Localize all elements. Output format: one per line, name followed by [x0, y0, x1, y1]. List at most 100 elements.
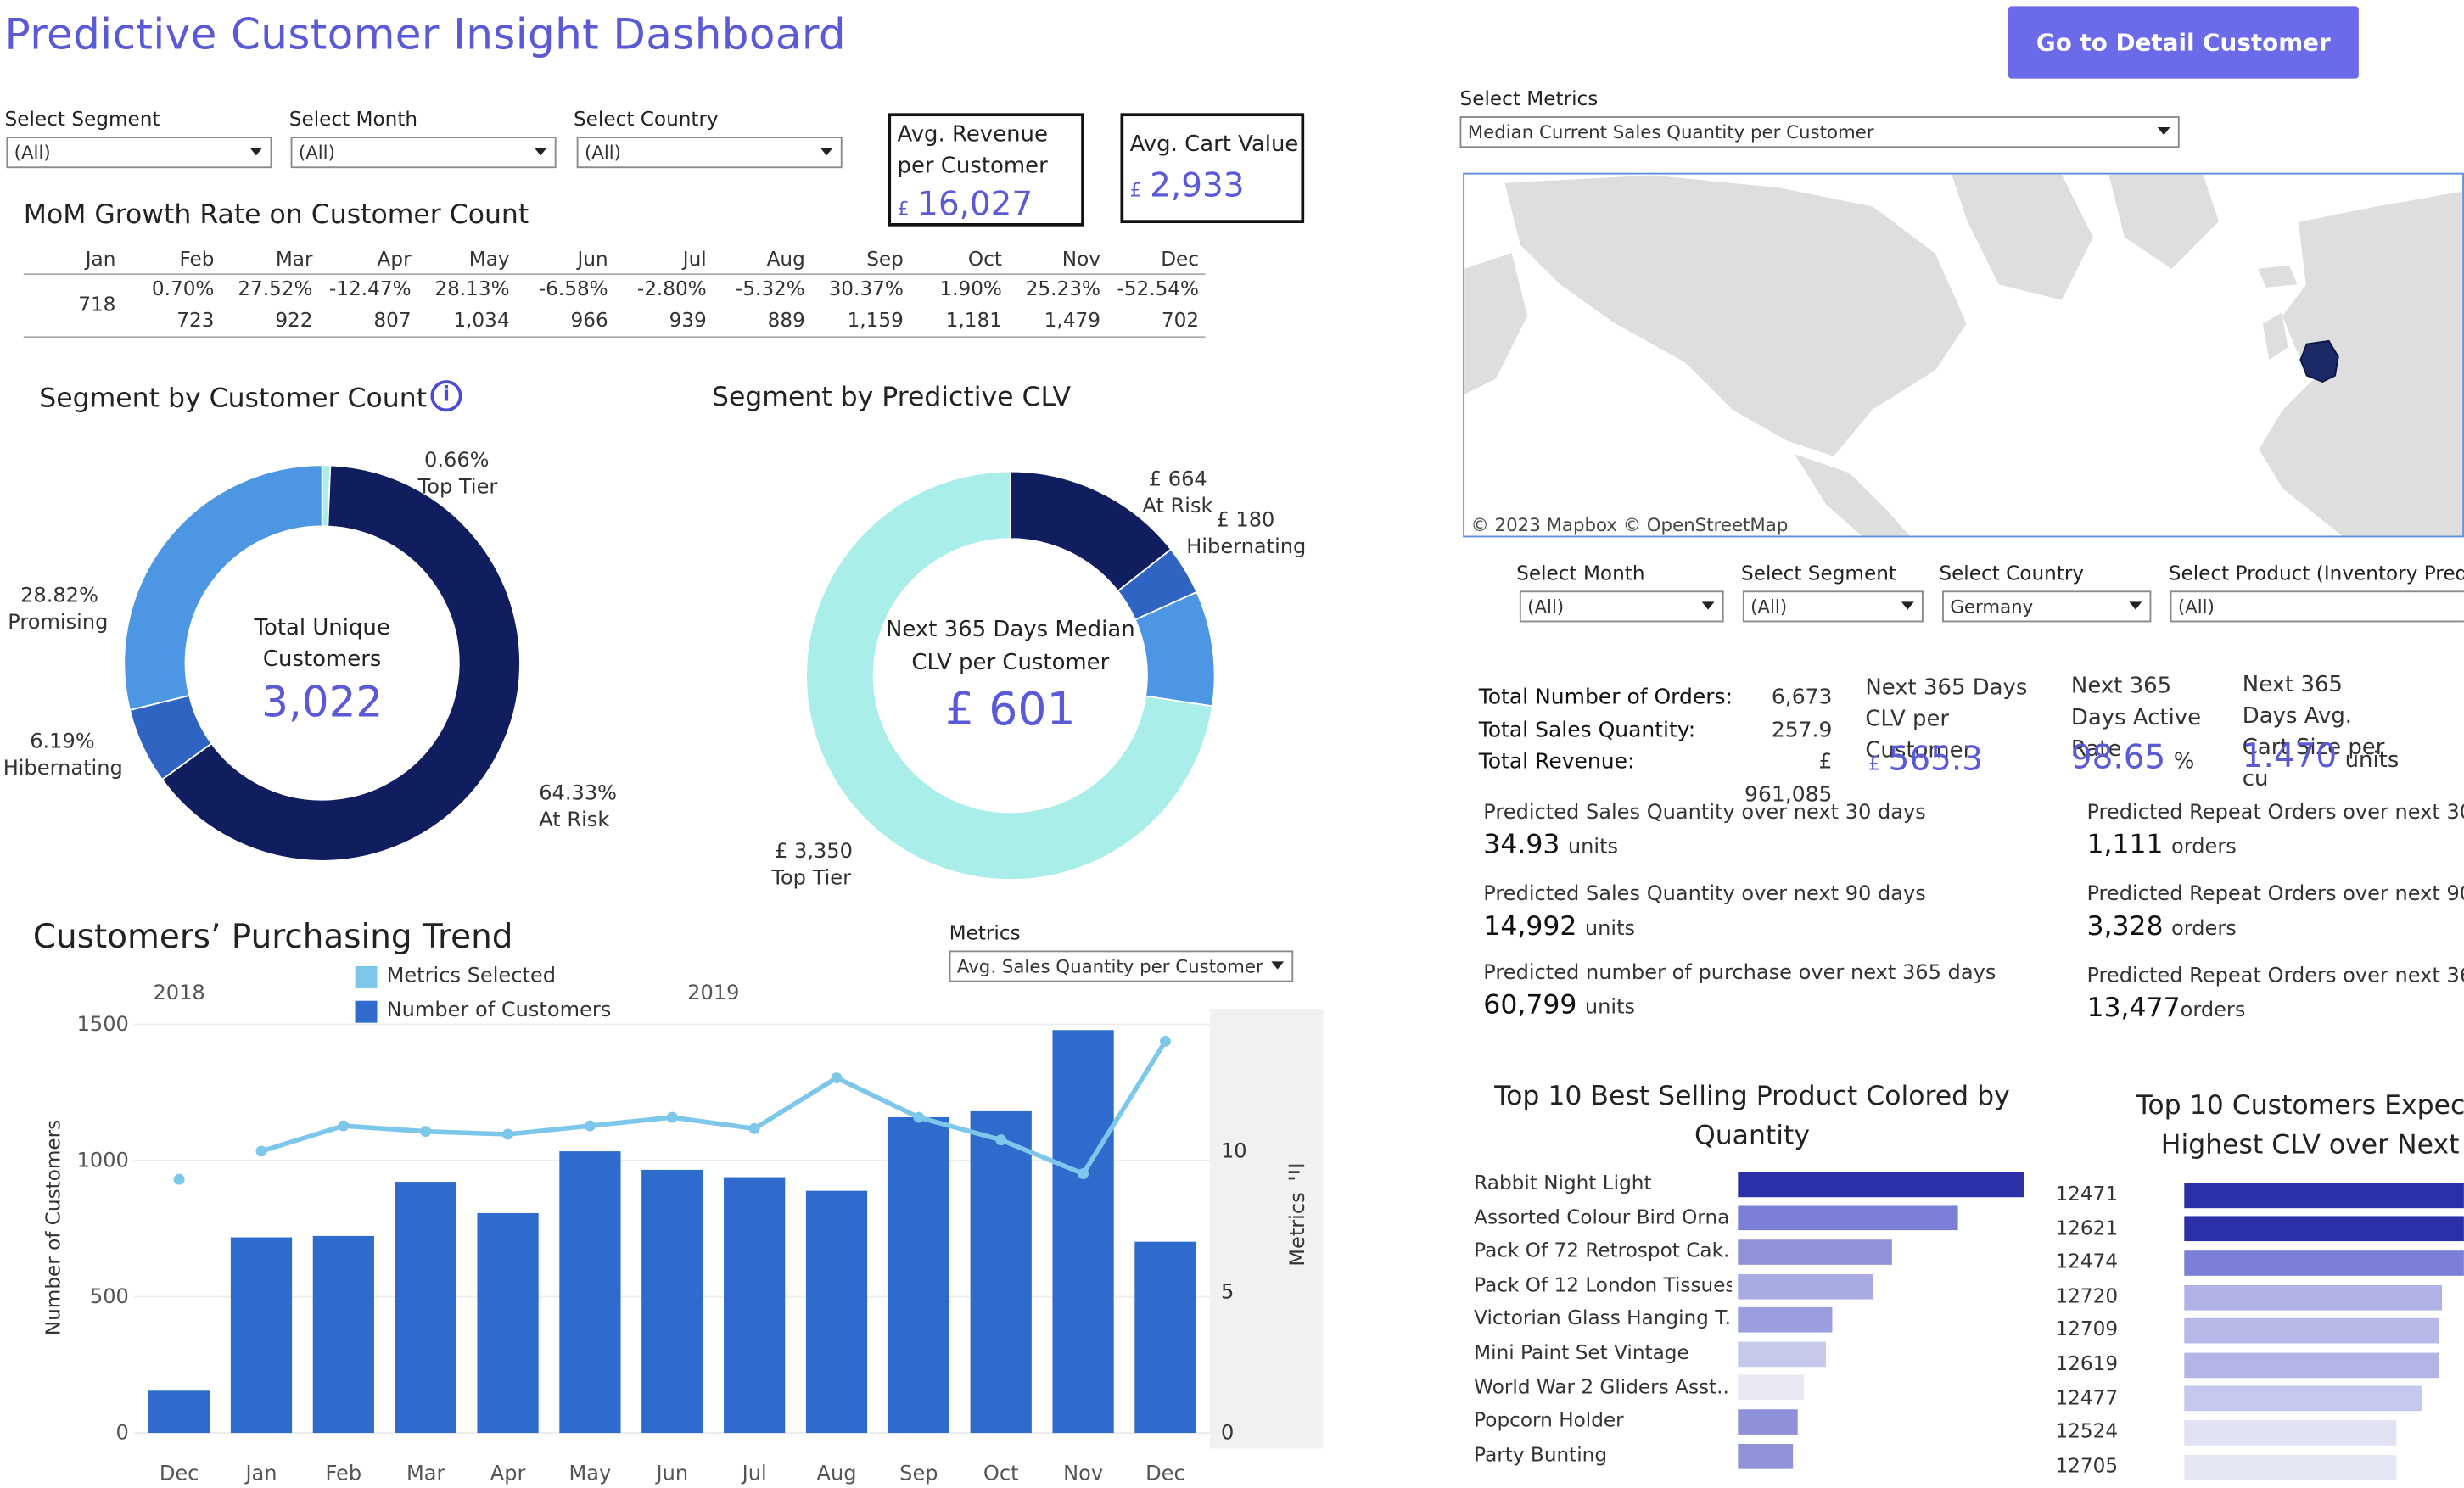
donut1-center-value: 3,022 — [261, 679, 384, 728]
top-customer-bar[interactable] — [2184, 1420, 2397, 1446]
bar-customers[interactable] — [1052, 1030, 1114, 1434]
metrics-point[interactable] — [584, 1120, 596, 1132]
top-product-bar[interactable] — [1738, 1443, 1793, 1468]
x-tick: Dec — [1145, 1462, 1185, 1485]
filter-segment-select[interactable]: (All) — [6, 137, 272, 169]
top-customer-bar[interactable] — [2184, 1318, 2439, 1344]
prediction-unit: units — [1584, 917, 1636, 942]
chevron-down-icon — [249, 148, 263, 156]
top-products-chart: Rabbit Night Light Assorted Colour Bird O… — [1474, 1167, 2040, 1481]
metrics-point[interactable] — [502, 1128, 514, 1140]
top-product-bar[interactable] — [1738, 1341, 1827, 1367]
avg-revenue-label: Avg. Revenue per Customer — [897, 122, 1048, 180]
metrics-point[interactable] — [338, 1120, 350, 1132]
prediction-item: Predicted Repeat Orders over next 90 d 3… — [2086, 883, 2463, 965]
avg-cart-label: Avg. Cart Value — [1129, 131, 1299, 158]
prediction-value: 60,799 — [1483, 989, 1577, 1021]
top-customer-label: 12621 — [2055, 1215, 2119, 1239]
mom-count-cell: 723 — [176, 307, 215, 332]
bar-customers[interactable] — [559, 1151, 621, 1434]
rfilter-country-select[interactable]: Germany — [1942, 590, 2152, 623]
total-qty-label: Total Sales Quantity: — [1478, 717, 1696, 743]
cart-size-label-text: Next 365 Days Avg. Cart Size per cu — [2242, 672, 2385, 792]
metrics-point[interactable] — [1159, 1035, 1171, 1047]
clv-365-value: 565.3 — [1888, 740, 1983, 778]
filter-country-select[interactable]: (All) — [576, 137, 843, 169]
top-customer-bar[interactable] — [2184, 1352, 2439, 1378]
top-product-bar[interactable] — [1738, 1206, 1958, 1231]
predictions-right: Predicted Repeat Orders over next 30 d 1… — [2086, 802, 2463, 1025]
donut1-promising-label: 28.82% Promising — [8, 585, 108, 635]
metrics-point[interactable] — [995, 1134, 1007, 1146]
top-customer-bar[interactable] — [2184, 1217, 2464, 1242]
total-rev-label: Total Revenue: — [1478, 749, 1635, 775]
mom-count-cell: 922 — [275, 307, 313, 332]
total-qty-value: 257.9 — [1771, 717, 1833, 743]
top-product-bar[interactable] — [1738, 1273, 1873, 1299]
bar-customers[interactable] — [888, 1116, 949, 1434]
mom-growth-cell: 28.13% — [434, 276, 510, 300]
bar-customers[interactable] — [477, 1212, 539, 1434]
prediction-value: 1,111 — [2086, 829, 2164, 861]
top-product-bar[interactable] — [1738, 1375, 1804, 1401]
metrics-point[interactable] — [255, 1145, 267, 1157]
top-product-bar[interactable] — [1738, 1172, 2024, 1197]
top-customer-bar[interactable] — [2184, 1454, 2397, 1480]
prediction-item: Predicted Sales Quantity over next 90 da… — [1483, 883, 2049, 962]
rfilter-segment-select[interactable]: (All) — [1742, 590, 1924, 623]
mom-month-header: Jan — [85, 246, 116, 271]
donut2-toptier-amount: £ 3,350 — [775, 840, 853, 864]
prediction-label: Predicted Sales Quantity over next 90 da… — [1483, 882, 1926, 907]
bar-customers[interactable] — [148, 1390, 210, 1434]
info-icon[interactable]: i — [430, 380, 462, 412]
mom-count-cell: 1,479 — [1044, 307, 1100, 332]
metrics-point[interactable] — [913, 1111, 925, 1123]
rfilter-month-select[interactable]: (All) — [1519, 590, 1724, 623]
filter-month-select[interactable]: (All) — [290, 137, 557, 169]
bar-customers[interactable] — [395, 1182, 456, 1434]
rfilter-month-value: (All) — [1527, 595, 1565, 618]
top-customer-bar[interactable] — [2184, 1386, 2422, 1412]
totals-labels: Total Number of Orders: Total Sales Quan… — [1479, 682, 1733, 779]
filter-segment-label: Select Segment — [4, 106, 160, 131]
bar-customers[interactable] — [805, 1190, 868, 1434]
donut1-hibernating-label: 6.19% Hibernating — [3, 730, 123, 780]
top-product-bar[interactable] — [1738, 1239, 1893, 1265]
top-products-title: Top 10 Best Selling Product Colored by Q… — [1494, 1081, 2010, 1152]
detail-customer-button[interactable]: Go to Detail Customer Info — [2008, 6, 2359, 129]
donut1-atrisk-pct: 64.33% — [539, 782, 618, 807]
donut1-atrisk-name: At Risk — [539, 808, 610, 833]
top-customer-bar[interactable] — [2184, 1183, 2464, 1208]
mom-month-header: Feb — [179, 246, 215, 271]
metrics-point[interactable] — [666, 1111, 678, 1123]
bar-customers[interactable] — [312, 1235, 374, 1434]
top-product-label: Popcorn Holder — [1474, 1407, 1624, 1432]
prediction-unit: units — [1584, 996, 1636, 1020]
metrics-line[interactable] — [260, 1039, 1168, 1177]
bar-customers[interactable] — [970, 1110, 1032, 1434]
select-metrics-dropdown[interactable]: Median Current Sales Quantity per Custom… — [1459, 116, 2180, 148]
filter-month-value: (All) — [298, 141, 335, 164]
metrics-point[interactable] — [831, 1072, 843, 1084]
rfilter-product-select[interactable]: (All) — [2170, 590, 2464, 623]
top-customer-bar[interactable] — [2184, 1250, 2464, 1276]
metrics-point[interactable] — [173, 1173, 185, 1185]
y-left-tick: 500 — [90, 1284, 129, 1308]
bar-customers[interactable] — [1134, 1241, 1196, 1434]
customer-map[interactable]: © 2023 Mapbox © OpenStreetMap — [1463, 172, 2464, 538]
bar-customers[interactable] — [641, 1169, 703, 1434]
top-product-bar[interactable] — [1738, 1307, 1833, 1333]
metrics-point[interactable] — [420, 1126, 432, 1138]
sort-icon[interactable] — [1288, 1164, 1305, 1180]
metrics-point[interactable] — [1078, 1168, 1089, 1179]
chevron-down-icon — [820, 148, 833, 156]
bar-customers[interactable] — [724, 1177, 786, 1434]
prediction-value: 3,328 — [2086, 911, 2164, 943]
top-customer-bar[interactable] — [2184, 1284, 2442, 1310]
bar-customers[interactable] — [230, 1237, 293, 1434]
metrics-point[interactable] — [748, 1122, 760, 1134]
mom-month-header: Jun — [577, 246, 608, 271]
top-product-bar[interactable] — [1738, 1409, 1799, 1435]
prediction-value: 14,992 — [1483, 911, 1577, 943]
top-customer-label: 12705 — [2055, 1452, 2119, 1477]
